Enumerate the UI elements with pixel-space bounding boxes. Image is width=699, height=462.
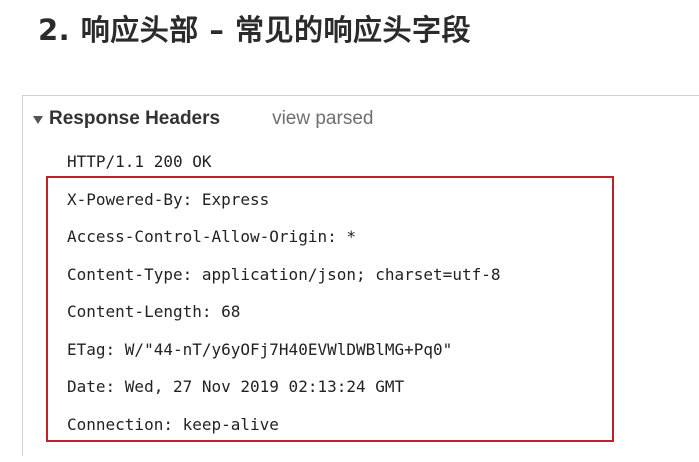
view-parsed-link[interactable]: view parsed [272,108,373,130]
slide-title: 2. 响应头部 – 常见的响应头字段 [38,13,471,47]
header-line-content-length: Content-Length: 68 [67,302,241,321]
status-line: HTTP/1.1 200 OK [67,152,212,171]
header-line-content-type: Content-Type: application/json; charset=… [67,265,501,284]
header-line-etag: ETag: W/"44-nT/y6yOFj7H40EVWlDWBlMG+Pq0" [67,340,453,359]
header-line-connection: Connection: keep-alive [67,415,279,434]
triangle-down-icon[interactable] [33,116,43,124]
response-headers-header[interactable]: Response Headers view parsed [33,106,373,132]
response-headers-title[interactable]: Response Headers [49,108,220,130]
header-line-date: Date: Wed, 27 Nov 2019 02:13:24 GMT [67,377,405,396]
response-headers-panel: Response Headers view parsed HTTP/1.1 20… [22,95,699,456]
header-line-x-powered-by: X-Powered-By: Express [67,190,270,209]
header-line-access-control-allow-origin: Access-Control-Allow-Origin: * [67,227,356,246]
